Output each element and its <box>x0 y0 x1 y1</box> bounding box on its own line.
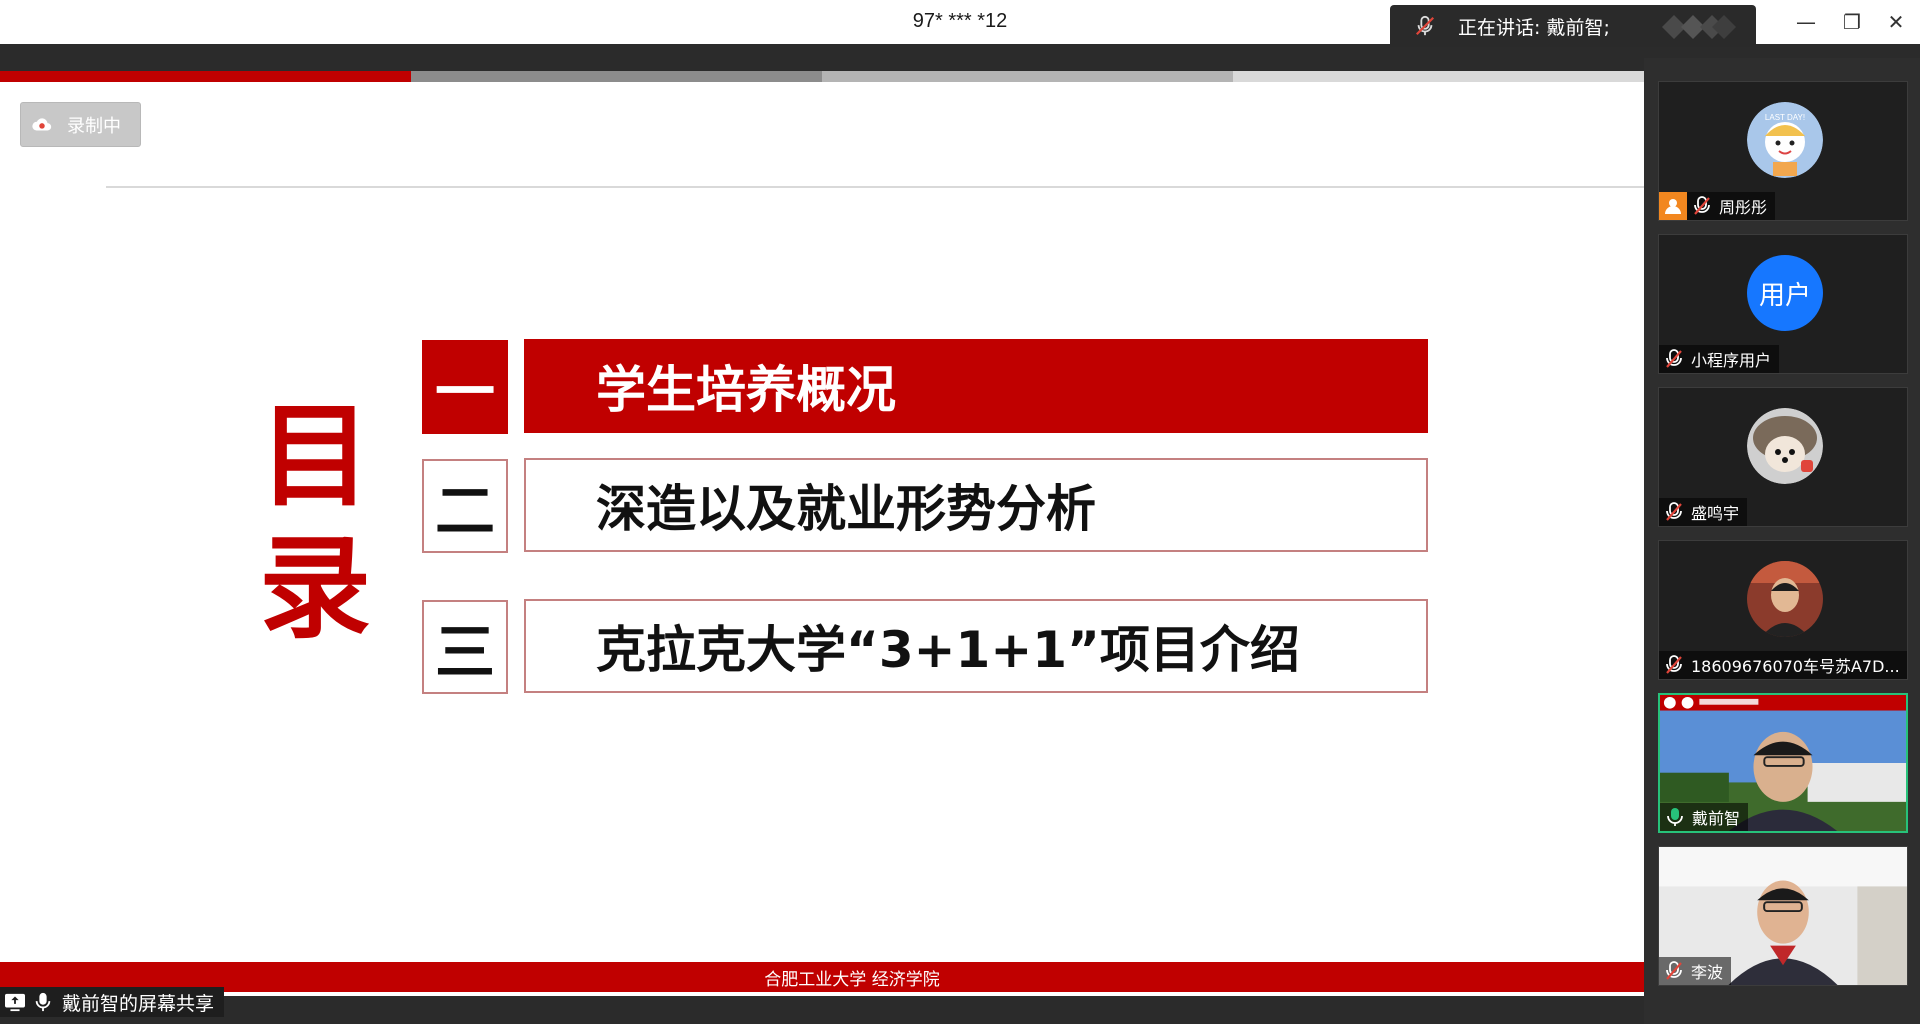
mic-muted-icon <box>1666 349 1682 368</box>
slide-divider <box>106 186 1644 188</box>
participant-tile[interactable]: LAST DAY! 周彤彤 <box>1658 81 1908 221</box>
participant-name-tag: 小程序用户 <box>1659 345 1780 373</box>
bottom-strip <box>0 1016 1920 1024</box>
meeting-window: 97* *** *12 — ❐ ✕ 正在讲话: 戴前智; 录制中 目 录 一 学… <box>0 0 1920 1024</box>
tencent-meeting-logo-icon <box>1662 15 1736 39</box>
mic-muted-icon <box>1415 15 1435 36</box>
slide-progress-bar <box>0 71 1644 82</box>
slide-footer: 合肥工业大学 经济学院 <box>0 962 1644 992</box>
speaking-banner: 正在讲话: 戴前智; <box>1390 5 1756 47</box>
screen-share-indicator[interactable]: 戴前智的屏幕共享 <box>0 987 224 1017</box>
recording-label: 录制中 <box>67 115 121 137</box>
participant-name: 周彤彤 <box>1719 198 1768 217</box>
close-button[interactable]: ✕ <box>1876 8 1916 36</box>
cartoon-avatar-icon: LAST DAY! <box>1747 102 1823 178</box>
cloud-record-icon <box>32 117 52 130</box>
toc-title-char: 目 <box>259 392 371 522</box>
svg-text:LAST DAY!: LAST DAY! <box>1765 113 1805 122</box>
toc-title: 目 录 <box>250 391 380 655</box>
participant-name-tag: 18609676070车号苏A7D... <box>1659 651 1907 679</box>
restore-button[interactable]: ❐ <box>1832 8 1872 36</box>
toc-number-3: 三 <box>422 600 508 694</box>
progress-segment <box>822 71 1233 82</box>
progress-segment <box>1233 71 1644 82</box>
toc-item-1: 学生培养概况 <box>524 339 1428 433</box>
progress-segment <box>411 71 822 82</box>
progress-segment <box>0 71 411 82</box>
screen-share-label: 戴前智的屏幕共享 <box>62 992 215 1015</box>
participant-name: 李波 <box>1691 963 1724 982</box>
host-icon <box>1659 192 1687 220</box>
participant-tile[interactable]: 18609676070车号苏A7D... <box>1658 540 1908 680</box>
participant-name: 盛鸣宇 <box>1691 504 1740 523</box>
participant-name: 戴前智 <box>1692 809 1741 828</box>
speaking-text: 正在讲话: 戴前智; <box>1458 16 1610 39</box>
mic-muted-icon <box>1666 961 1682 980</box>
shared-slide: 录制中 目 录 一 学生培养概况 二 深造以及就业形势分析 三 克拉克大学“3+… <box>0 71 1644 996</box>
avatar: LAST DAY! <box>1747 102 1823 178</box>
mic-muted-icon <box>1694 196 1710 215</box>
mic-icon <box>35 992 51 1012</box>
toolbar-strip <box>0 44 1920 71</box>
toc-item-2: 深造以及就业形势分析 <box>524 458 1428 552</box>
photo-avatar-icon <box>1747 561 1823 637</box>
recording-badge[interactable]: 录制中 <box>20 102 141 147</box>
toc-number-2: 二 <box>422 459 508 553</box>
toc-item-3: 克拉克大学“3+1+1”项目介绍 <box>524 599 1428 693</box>
participant-tile-active[interactable]: 戴前智 <box>1658 693 1908 833</box>
minimize-button[interactable]: — <box>1786 8 1826 36</box>
toc-number-1: 一 <box>422 340 508 434</box>
participant-panel: LAST DAY! 周彤彤 用户 小程序用户 盛鸣宇 18609676070车号… <box>1644 58 1920 1024</box>
slide-footer-text: 合肥工业大学 经济学院 <box>764 969 940 990</box>
hedgehog-avatar-icon <box>1747 408 1823 484</box>
participant-name-tag: 盛鸣宇 <box>1659 498 1748 526</box>
participant-name-tag: 戴前智 <box>1660 803 1749 831</box>
mic-active-icon <box>1667 808 1683 826</box>
mic-muted-icon <box>1666 655 1682 674</box>
participant-name-tag: 周彤彤 <box>1659 192 1776 220</box>
mic-muted-icon <box>1666 502 1682 521</box>
participant-tile[interactable]: 盛鸣宇 <box>1658 387 1908 527</box>
avatar: 用户 <box>1747 255 1823 331</box>
participant-name-tag: 李波 <box>1659 957 1732 985</box>
toc-title-char: 录 <box>259 524 371 655</box>
participant-tile[interactable]: 李波 <box>1658 846 1908 986</box>
participant-tile[interactable]: 用户 小程序用户 <box>1658 234 1908 374</box>
avatar <box>1747 561 1823 637</box>
avatar <box>1747 408 1823 484</box>
screen-share-icon <box>5 993 25 1012</box>
participant-name: 18609676070车号苏A7D... <box>1691 657 1900 676</box>
participant-name: 小程序用户 <box>1691 351 1772 370</box>
